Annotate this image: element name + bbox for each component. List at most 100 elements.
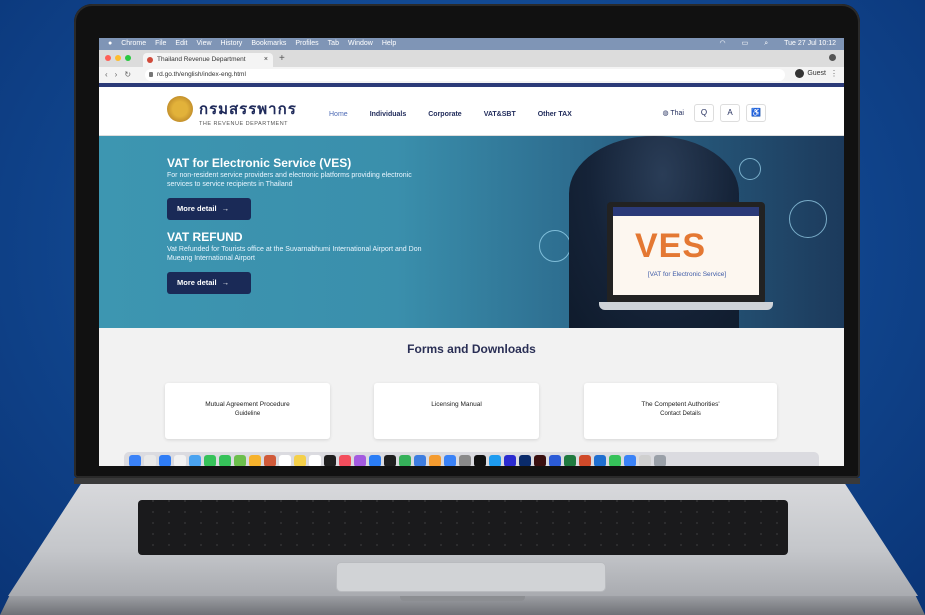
nav-other-tax[interactable]: Other TAX [538,111,572,118]
new-tab-button[interactable]: + [279,53,285,64]
vat-refund-title: VAT REFUND [167,230,243,244]
photos-icon[interactable] [249,455,261,466]
menubar-item-file[interactable]: File [155,38,166,50]
lock-icon [149,72,153,77]
onedrive-icon[interactable] [624,455,636,466]
notes-icon[interactable] [294,455,306,466]
search-button[interactable]: Q [694,104,714,122]
brand-text[interactable]: กรมสรรพากร THE REVENUE DEPARTMENT [199,97,297,127]
address-bar[interactable]: rd.go.th/english/index-eng.html [145,69,785,81]
menubar-item-profiles[interactable]: Profiles [295,38,318,50]
browser-menu-icon[interactable]: ⋮ [830,69,838,78]
music-icon[interactable] [339,455,351,466]
illustrator-icon[interactable] [534,455,546,466]
maps-icon[interactable] [234,455,246,466]
menubar-item-chrome[interactable]: Chrome [121,38,146,50]
keynote-icon[interactable] [414,455,426,466]
brand-english: THE REVENUE DEPARTMENT [199,121,289,127]
excel-icon[interactable] [564,455,576,466]
pages-icon[interactable] [429,455,441,466]
chrome-icon[interactable] [174,455,186,466]
profile-label: Guest [807,70,826,77]
vat-refund-description: Vat Refunded for Tourists office at the … [167,246,422,262]
podcasts-icon[interactable] [354,455,366,466]
safari-icon[interactable] [159,455,171,466]
menubar-item-view[interactable]: View [196,38,211,50]
reminders-icon[interactable] [309,455,321,466]
menubar-item-window[interactable]: Window [348,38,373,50]
menubar-item-history[interactable]: History [221,38,243,50]
forms-downloads-section: Forms and Downloads Mutual Agreement Pro… [99,328,844,466]
menubar-item-edit[interactable]: Edit [175,38,187,50]
close-tab-icon[interactable]: × [264,53,268,67]
card-line1: The Competent Authorities' [641,401,720,408]
reload-icon[interactable]: ↻ [124,70,131,79]
calendar-icon[interactable] [279,455,291,466]
laptop-screen: ● Chrome File Edit View History Bookmark… [99,38,844,466]
revenue-department-logo[interactable] [167,96,193,122]
maximize-window-icon[interactable] [125,55,131,61]
appletv-icon[interactable] [384,455,396,466]
favicon-icon [147,57,153,63]
teams-icon[interactable] [504,455,516,466]
downloads-icon[interactable] [639,455,651,466]
extension-icon[interactable] [829,54,836,61]
outlook-icon[interactable] [594,455,606,466]
menubar-item-help[interactable]: Help [382,38,396,50]
language-switch[interactable]: ◍ Thai [662,109,684,117]
appstore-icon[interactable] [369,455,381,466]
close-window-icon[interactable] [105,55,111,61]
finder-icon[interactable] [129,455,141,466]
ves-sub-text: [VAT for Electronic Service] [647,271,727,278]
menubar-item-bookmarks[interactable]: Bookmarks [251,38,286,50]
card-mutual-agreement[interactable]: Mutual Agreement Procedure Guideline [165,383,330,439]
card-competent-authorities[interactable]: The Competent Authorities' Contact Detai… [584,383,777,439]
wifi-icon[interactable]: ◠ [719,38,725,50]
browser-tab[interactable]: Thailand Revenue Department × [143,53,273,67]
nav-vat-sbt[interactable]: VAT&SBT [484,111,516,118]
laptop-front-notch [400,596,525,601]
facetime-icon[interactable] [204,455,216,466]
trash-icon[interactable] [654,455,666,466]
apple-icon[interactable]: ● [108,38,112,50]
numbers-icon[interactable] [399,455,411,466]
powerpoint-icon[interactable] [579,455,591,466]
messages-icon[interactable] [219,455,231,466]
mail-icon[interactable] [189,455,201,466]
accessibility-button[interactable]: ♿ [746,104,766,122]
back-arrow-icon[interactable]: ‹ [105,70,108,79]
vat-refund-more-detail-button[interactable]: More detail → [167,272,251,294]
forward-arrow-icon[interactable]: › [115,70,118,79]
line-icon[interactable] [609,455,621,466]
launchpad-icon[interactable] [144,455,156,466]
battery-icon[interactable]: ▭ [742,38,749,50]
language-label: Thai [670,110,684,117]
tv-icon[interactable] [324,455,336,466]
ves-title: VAT for Electronic Service (VES) [167,156,352,170]
terminal-icon[interactable] [474,455,486,466]
search-icon[interactable]: ⌕ [764,38,768,50]
menubar-item-tab[interactable]: Tab [328,38,339,50]
minimize-window-icon[interactable] [115,55,121,61]
photoshop-icon[interactable] [519,455,531,466]
nav-individuals[interactable]: Individuals [370,111,407,118]
menubar-clock[interactable]: Tue 27 Jul 10:12 [784,38,836,50]
nav-home[interactable]: Home [329,111,348,118]
arrow-right-icon: → [221,278,230,287]
xcode-icon[interactable] [444,455,456,466]
ves-laptop-image: VES [VAT for Electronic Service] [599,202,773,310]
word-icon[interactable] [549,455,561,466]
settings-icon[interactable] [459,455,471,466]
contacts-icon[interactable] [264,455,276,466]
card-licensing-manual[interactable]: Licensing Manual [374,383,539,439]
ves-laptop-header [613,207,759,216]
profile-button[interactable]: Guest [795,69,826,78]
laptop-keyboard [138,500,788,555]
zoom-icon[interactable] [489,455,501,466]
card-line1: Mutual Agreement Procedure [205,401,290,408]
ves-more-detail-button[interactable]: More detail → [167,198,251,220]
ves-laptop-screen: VES [VAT for Electronic Service] [613,207,759,295]
font-size-button[interactable]: A [720,104,740,122]
decor-circle [539,230,571,262]
nav-corporate[interactable]: Corporate [428,111,461,118]
